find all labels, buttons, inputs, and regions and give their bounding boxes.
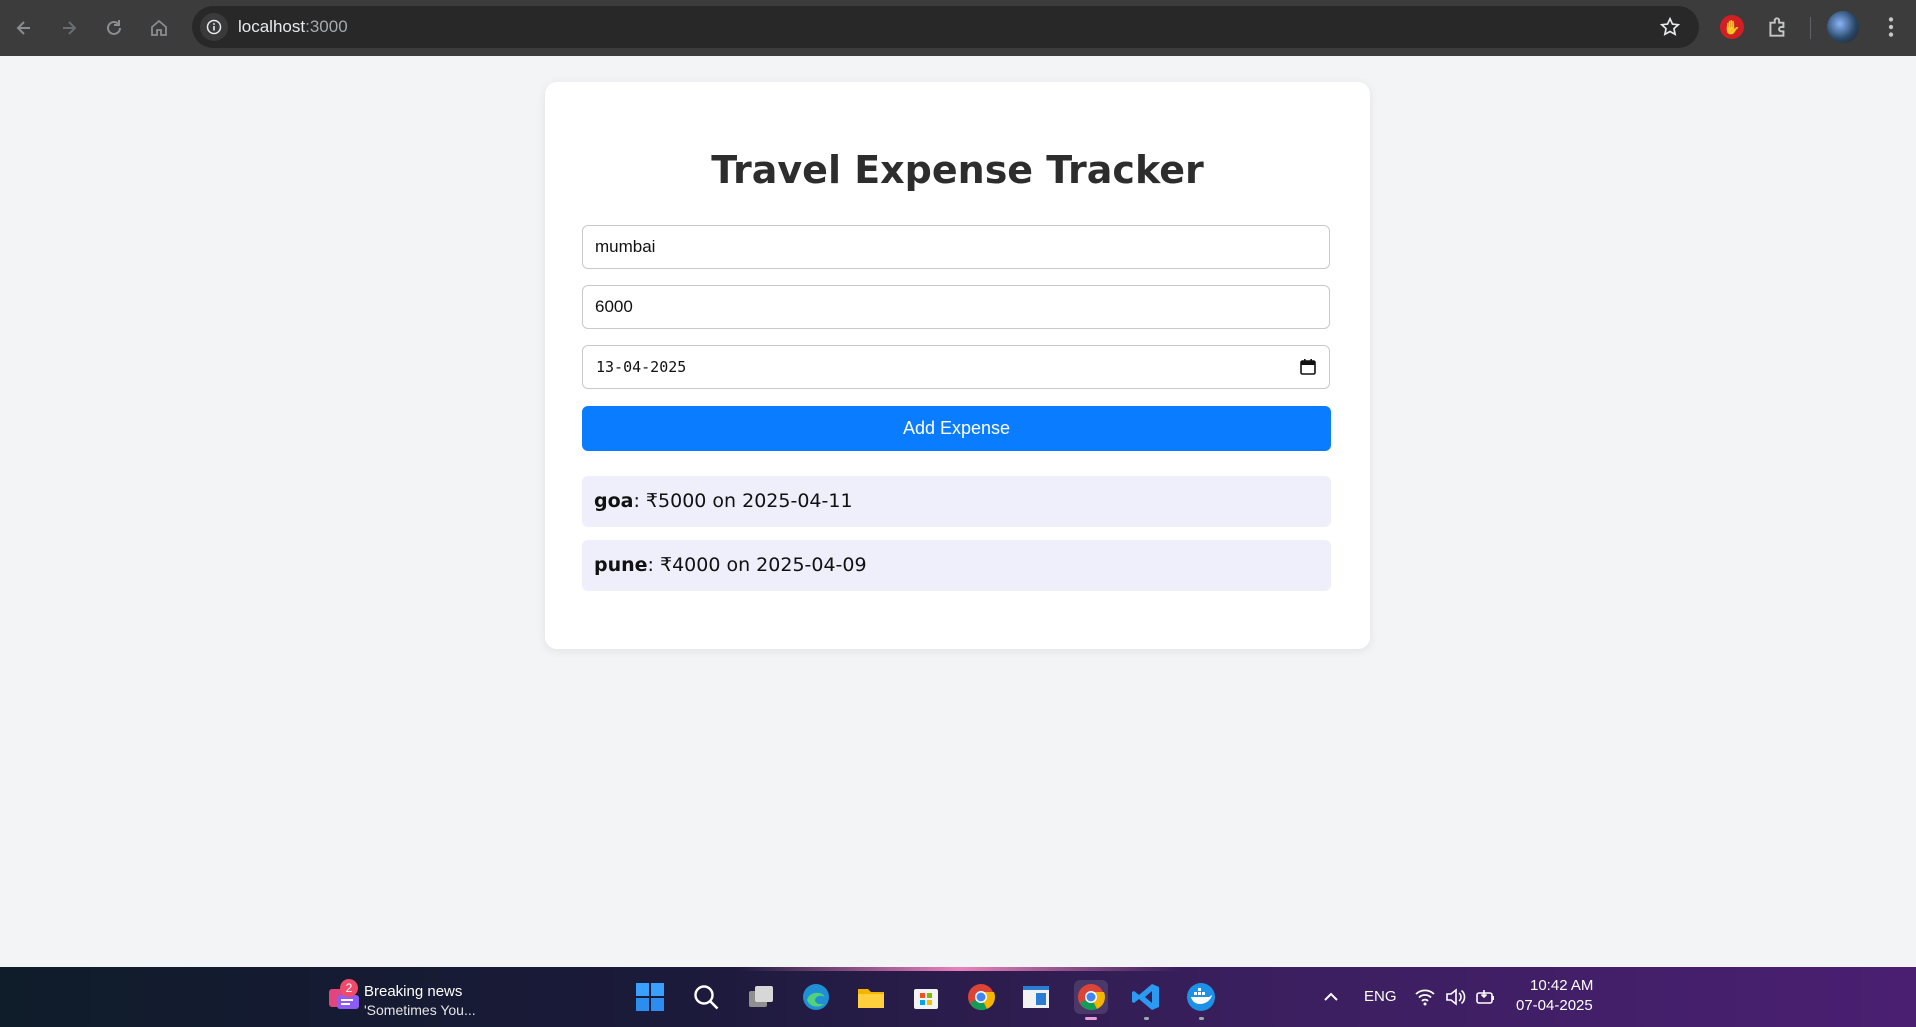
- start-button[interactable]: [633, 980, 667, 1014]
- chrome-icon: [968, 984, 995, 1011]
- menu-kebab-icon[interactable]: [1878, 14, 1904, 40]
- active-indicator: [1085, 1017, 1097, 1020]
- profile-avatar[interactable]: [1827, 11, 1859, 43]
- date-input-value[interactable]: 13-04-2025: [596, 358, 686, 376]
- expense-card: Travel Expense Tracker 13-04-2025 Add Ex…: [545, 82, 1370, 649]
- add-expense-button[interactable]: Add Expense: [582, 406, 1331, 451]
- vscode-icon: [1132, 984, 1159, 1010]
- adblock-extension-icon[interactable]: ✋: [1720, 15, 1744, 39]
- file-explorer-icon: [858, 989, 884, 1008]
- url-text: localhost:3000: [238, 17, 348, 37]
- notepad-button[interactable]: [1019, 980, 1053, 1014]
- running-indicator: [1144, 1017, 1149, 1020]
- file-explorer-button[interactable]: [854, 980, 888, 1014]
- vscode-button[interactable]: [1129, 980, 1163, 1020]
- amount-field[interactable]: [582, 285, 1330, 329]
- chrome-button[interactable]: [964, 980, 998, 1014]
- docker-icon: [1187, 983, 1215, 1011]
- extensions-puzzle-icon[interactable]: [1765, 14, 1791, 40]
- clock-time[interactable]: 10:42 AM: [1530, 977, 1593, 994]
- expense-detail: : ₹5000 on 2025-04-11: [633, 490, 853, 512]
- chrome-active-button[interactable]: [1074, 980, 1108, 1020]
- wifi-icon[interactable]: [1414, 986, 1436, 1008]
- browser-toolbar: localhost:3000 ✋: [0, 0, 1916, 56]
- store-icon: [914, 989, 938, 1009]
- toolbar-separator: [1810, 17, 1811, 39]
- reload-button[interactable]: [97, 11, 131, 45]
- battery-icon[interactable]: [1474, 986, 1496, 1008]
- bookmark-star-icon[interactable]: [1659, 16, 1681, 38]
- language-indicator[interactable]: ENG: [1364, 988, 1397, 1005]
- news-subtitle[interactable]: 'Sometimes You...: [364, 1002, 476, 1018]
- expense-place: goa: [594, 490, 634, 512]
- chrome-active-icon: [1078, 984, 1105, 1011]
- taskbar-search-button[interactable]: [689, 980, 723, 1014]
- forward-arrow-icon: [63, 21, 77, 35]
- start-icon: [636, 983, 664, 1011]
- page-title: Travel Expense Tracker: [711, 148, 1204, 192]
- expense-item: pune: ₹4000 on 2025-04-09: [582, 540, 1331, 591]
- url-host: localhost: [238, 17, 306, 36]
- amount-input[interactable]: [583, 286, 1329, 328]
- reload-icon: [107, 20, 121, 35]
- docker-button[interactable]: [1184, 980, 1218, 1020]
- edge-icon: [803, 984, 829, 1010]
- date-field[interactable]: 13-04-2025: [582, 345, 1330, 389]
- news-badge: 2: [340, 979, 358, 997]
- site-info-icon[interactable]: [200, 13, 228, 41]
- address-bar[interactable]: localhost:3000: [192, 6, 1699, 48]
- task-view-button[interactable]: [744, 980, 778, 1014]
- running-indicator: [1199, 1017, 1204, 1020]
- chevron-up-icon[interactable]: [1320, 986, 1342, 1008]
- taskbar-glow: [740, 967, 1180, 971]
- clock-date[interactable]: 07-04-2025: [1516, 997, 1593, 1014]
- destination-field[interactable]: [582, 225, 1330, 269]
- notepad-icon: [1023, 986, 1049, 1008]
- back-arrow-icon: [16, 21, 30, 35]
- expense-detail: : ₹4000 on 2025-04-09: [647, 554, 867, 576]
- expense-item: goa: ₹5000 on 2025-04-11: [582, 476, 1331, 527]
- edge-button[interactable]: [799, 980, 833, 1014]
- task-view-icon: [749, 986, 773, 1007]
- back-button[interactable]: [7, 11, 41, 45]
- home-button[interactable]: [142, 11, 176, 45]
- news-title[interactable]: Breaking news: [364, 983, 462, 1000]
- windows-taskbar: 2 Breaking news 'Sometimes You... ENG 10…: [0, 967, 1916, 1027]
- home-icon: [151, 19, 167, 36]
- calendar-icon[interactable]: [1299, 358, 1317, 376]
- search-icon: [694, 985, 719, 1010]
- volume-icon[interactable]: [1444, 986, 1466, 1008]
- store-button[interactable]: [909, 980, 943, 1014]
- url-port: :3000: [305, 17, 348, 36]
- expense-place: pune: [594, 554, 648, 576]
- destination-input[interactable]: [583, 226, 1329, 268]
- forward-button[interactable]: [52, 11, 86, 45]
